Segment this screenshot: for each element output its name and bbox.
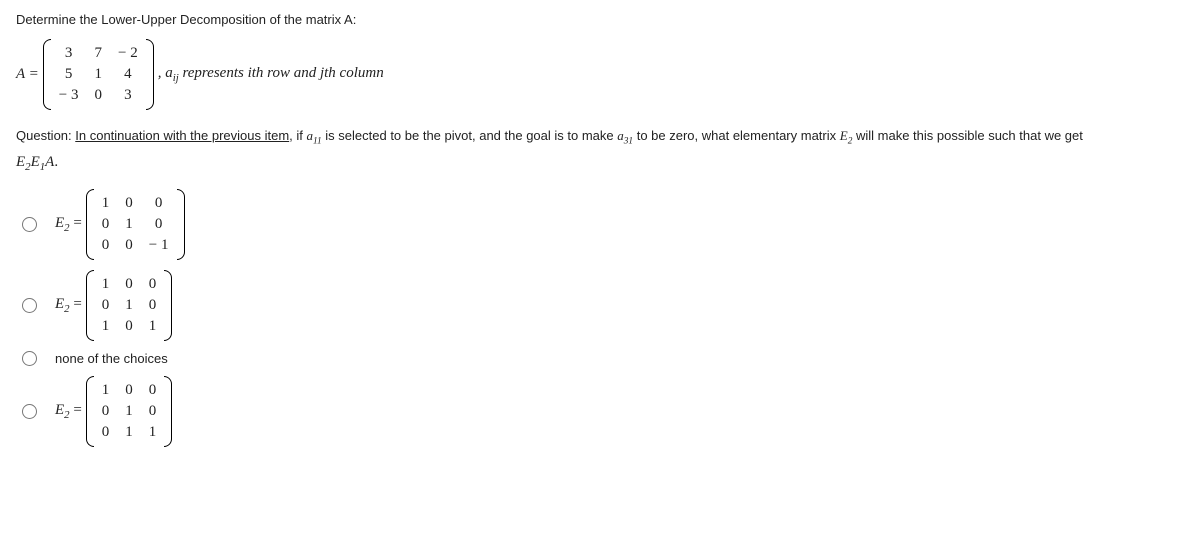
q-p6: will make this possible such that we get [852,128,1083,143]
cell: 1 [94,380,118,401]
cell: 0 [117,274,141,295]
cell: 0 [94,235,118,256]
opt-eq: = [70,402,82,418]
cell: 1 [141,316,165,337]
matrix-a-definition: A = 37− 2 514 − 303 , aij represents ith… [16,39,1184,110]
cell: 1 [94,274,118,295]
radio-icon[interactable] [22,404,37,419]
option-4-content: E2 = 100 010 011 [55,376,176,447]
sub-31: 31 [624,137,633,147]
cell: 0 [117,316,141,337]
cell: 0 [141,274,165,295]
cell: 1 [94,193,118,214]
cell: 0 [117,380,141,401]
dot: . [54,154,58,170]
matrix-a: 37− 2 514 − 303 [43,39,154,110]
cell: 0 [141,401,165,422]
radio-icon[interactable] [22,217,37,232]
option-4-matrix: 100 010 011 [86,376,173,447]
q-underline: In continuation with the previous item [75,128,289,143]
result-expression: E2E1A. [16,154,1184,173]
cell: 0 [141,214,177,235]
cell: 1 [117,422,141,443]
cell: 1 [141,422,165,443]
q-p5: to be zero, what elementary matrix [633,128,840,143]
cell: 1 [86,64,110,85]
cell: 0 [86,85,110,106]
var-e: E [840,128,848,143]
cell: − 2 [110,43,146,64]
cell: 0 [117,193,141,214]
opt-E: E [55,296,64,312]
radio-icon[interactable] [22,351,37,366]
matrix-a-note: , aij represents ith row and jth column [158,65,384,84]
opt-eq: = [70,296,82,312]
option-1-matrix: 100 010 00− 1 [86,189,185,260]
cell: 1 [117,295,141,316]
cell: 4 [110,64,146,85]
question-text: Question: In continuation with the previ… [16,124,1184,150]
matrix-a-lhs: A = [16,66,39,83]
cell: 0 [141,295,165,316]
cell: 0 [141,380,165,401]
opt-E: E [55,402,64,418]
option-4[interactable]: E2 = 100 010 011 [22,376,1184,447]
cell: 0 [94,422,118,443]
cell: 1 [94,316,118,337]
var-e2: E [16,154,25,170]
cell: 5 [51,64,87,85]
var-a: A [45,154,54,170]
cell: 7 [86,43,110,64]
q-a11: a11 [307,128,322,143]
cell: 1 [117,401,141,422]
option-3[interactable]: none of the choices [22,351,1184,366]
option-1[interactable]: E2 = 100 010 00− 1 [22,189,1184,260]
opt-eq: = [70,215,82,231]
option-1-content: E2 = 100 010 00− 1 [55,189,189,260]
radio-icon[interactable] [22,298,37,313]
cell: 0 [141,193,177,214]
cell: 1 [117,214,141,235]
option-2-content: E2 = 100 010 101 [55,270,176,341]
cell: − 1 [141,235,177,256]
note-var: a [165,65,173,81]
option-3-text: none of the choices [55,351,168,366]
option-2[interactable]: E2 = 100 010 101 [22,270,1184,341]
cell: 0 [94,295,118,316]
cell: 0 [117,235,141,256]
var-e1: E [31,154,40,170]
prompt-text: Determine the Lower-Upper Decomposition … [16,12,1184,27]
cell: 0 [94,401,118,422]
q-a31: a31 [617,128,633,143]
q-p3: , if [289,128,306,143]
q-p4: is selected to be the pivot, and the goa… [322,128,618,143]
cell: 3 [51,43,87,64]
note-text: represents ith row and jth column [179,65,384,81]
cell: − 3 [51,85,87,106]
option-2-matrix: 100 010 101 [86,270,173,341]
q-p1: Question: [16,128,75,143]
sub-11: 11 [313,137,322,147]
q-e2: E2 [840,128,853,143]
cell: 0 [94,214,118,235]
cell: 3 [110,85,146,106]
opt-E: E [55,215,64,231]
